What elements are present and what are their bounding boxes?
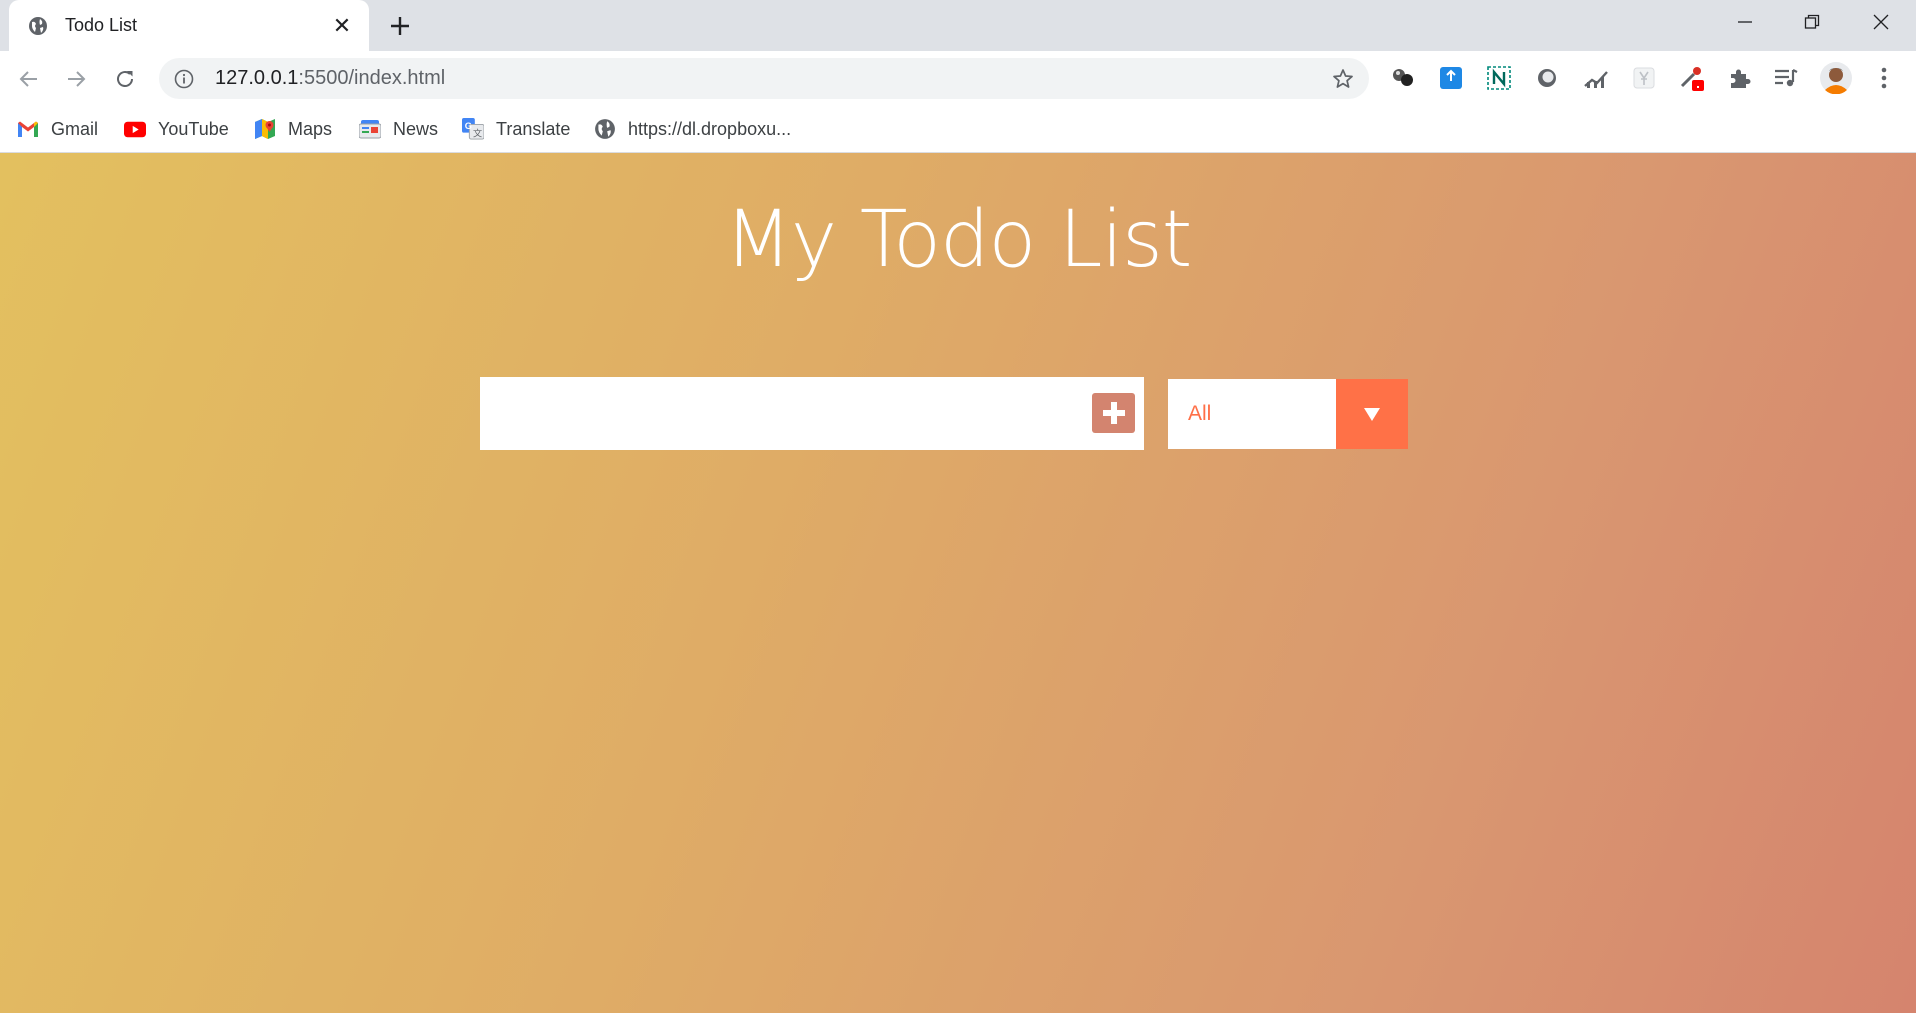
bookmark-star-icon[interactable] [1331,67,1355,91]
browser-tab[interactable]: Todo List ✕ [9,0,369,51]
extension-upload-icon[interactable] [1437,64,1465,92]
tab-strip: Todo List ✕ [0,0,1916,51]
browser-toolbar: 127.0.0.1:5500/index.html [0,51,1916,106]
menu-kebab-icon[interactable] [1870,64,1898,92]
bookmark-label: Gmail [51,118,99,139]
extension-yen-icon[interactable] [1630,64,1658,92]
url-host: 127.0.0.1 [215,67,299,89]
news-icon [359,118,381,140]
media-control-icon[interactable] [1772,64,1800,92]
bookmark-label: https://dl.dropboxu... [628,118,792,139]
youtube-icon [124,118,146,140]
todo-app: My Todo List All [0,153,1916,1013]
bookmark-maps[interactable]: Maps [254,116,332,142]
plus-icon [1102,402,1125,424]
bookmark-label: YouTube [158,118,229,139]
bookmarks-bar: Gmail YouTube Maps News G文 Translate htt… [0,106,1916,153]
extension-eyedropper-icon[interactable] [1678,64,1706,92]
back-icon[interactable] [13,63,45,95]
extensions-puzzle-icon[interactable] [1726,64,1754,92]
extension-chart-icon[interactable] [1582,64,1610,92]
filter-selected-value: All [1188,402,1212,425]
maps-icon [254,118,276,140]
reload-icon[interactable] [109,63,141,95]
extension-balls-icon[interactable] [1389,64,1417,92]
minimize-icon[interactable] [1715,4,1775,40]
restore-icon[interactable] [1782,4,1842,40]
todo-input[interactable] [480,377,1144,450]
globe-icon [594,118,616,140]
filter-select[interactable]: All [1168,379,1408,449]
extension-n-icon[interactable] [1485,64,1513,92]
tab-title: Todo List [65,15,138,35]
extension-circle-icon[interactable] [1533,64,1561,92]
url-text: 127.0.0.1:5500/index.html [215,67,445,90]
gmail-icon [17,118,39,140]
close-tab-icon[interactable]: ✕ [329,13,355,39]
bookmark-youtube[interactable]: YouTube [124,116,229,142]
forward-icon[interactable] [60,63,92,95]
bookmark-label: Maps [288,118,333,139]
bookmark-translate[interactable]: G文 Translate [462,116,570,142]
add-todo-button[interactable] [1092,393,1135,433]
new-tab-icon[interactable] [385,11,415,41]
address-bar[interactable]: 127.0.0.1:5500/index.html [159,58,1369,99]
dropdown-arrow-icon[interactable] [1336,379,1408,449]
site-info-icon[interactable] [173,68,195,90]
bookmark-dropbox[interactable]: https://dl.dropboxu... [594,116,791,142]
close-window-icon[interactable] [1851,4,1911,40]
page-title: My Todo List [724,195,1193,285]
globe-icon [27,15,49,37]
profile-avatar[interactable] [1820,62,1852,94]
bookmark-label: Translate [496,118,571,139]
bookmark-label: News [393,118,439,139]
url-path: :5500/index.html [298,67,446,89]
translate-icon: G文 [462,118,484,140]
svg-text:文: 文 [473,127,482,138]
bookmark-news[interactable]: News [359,116,438,142]
bookmark-gmail[interactable]: Gmail [17,116,98,142]
svg-text:G: G [465,121,472,131]
